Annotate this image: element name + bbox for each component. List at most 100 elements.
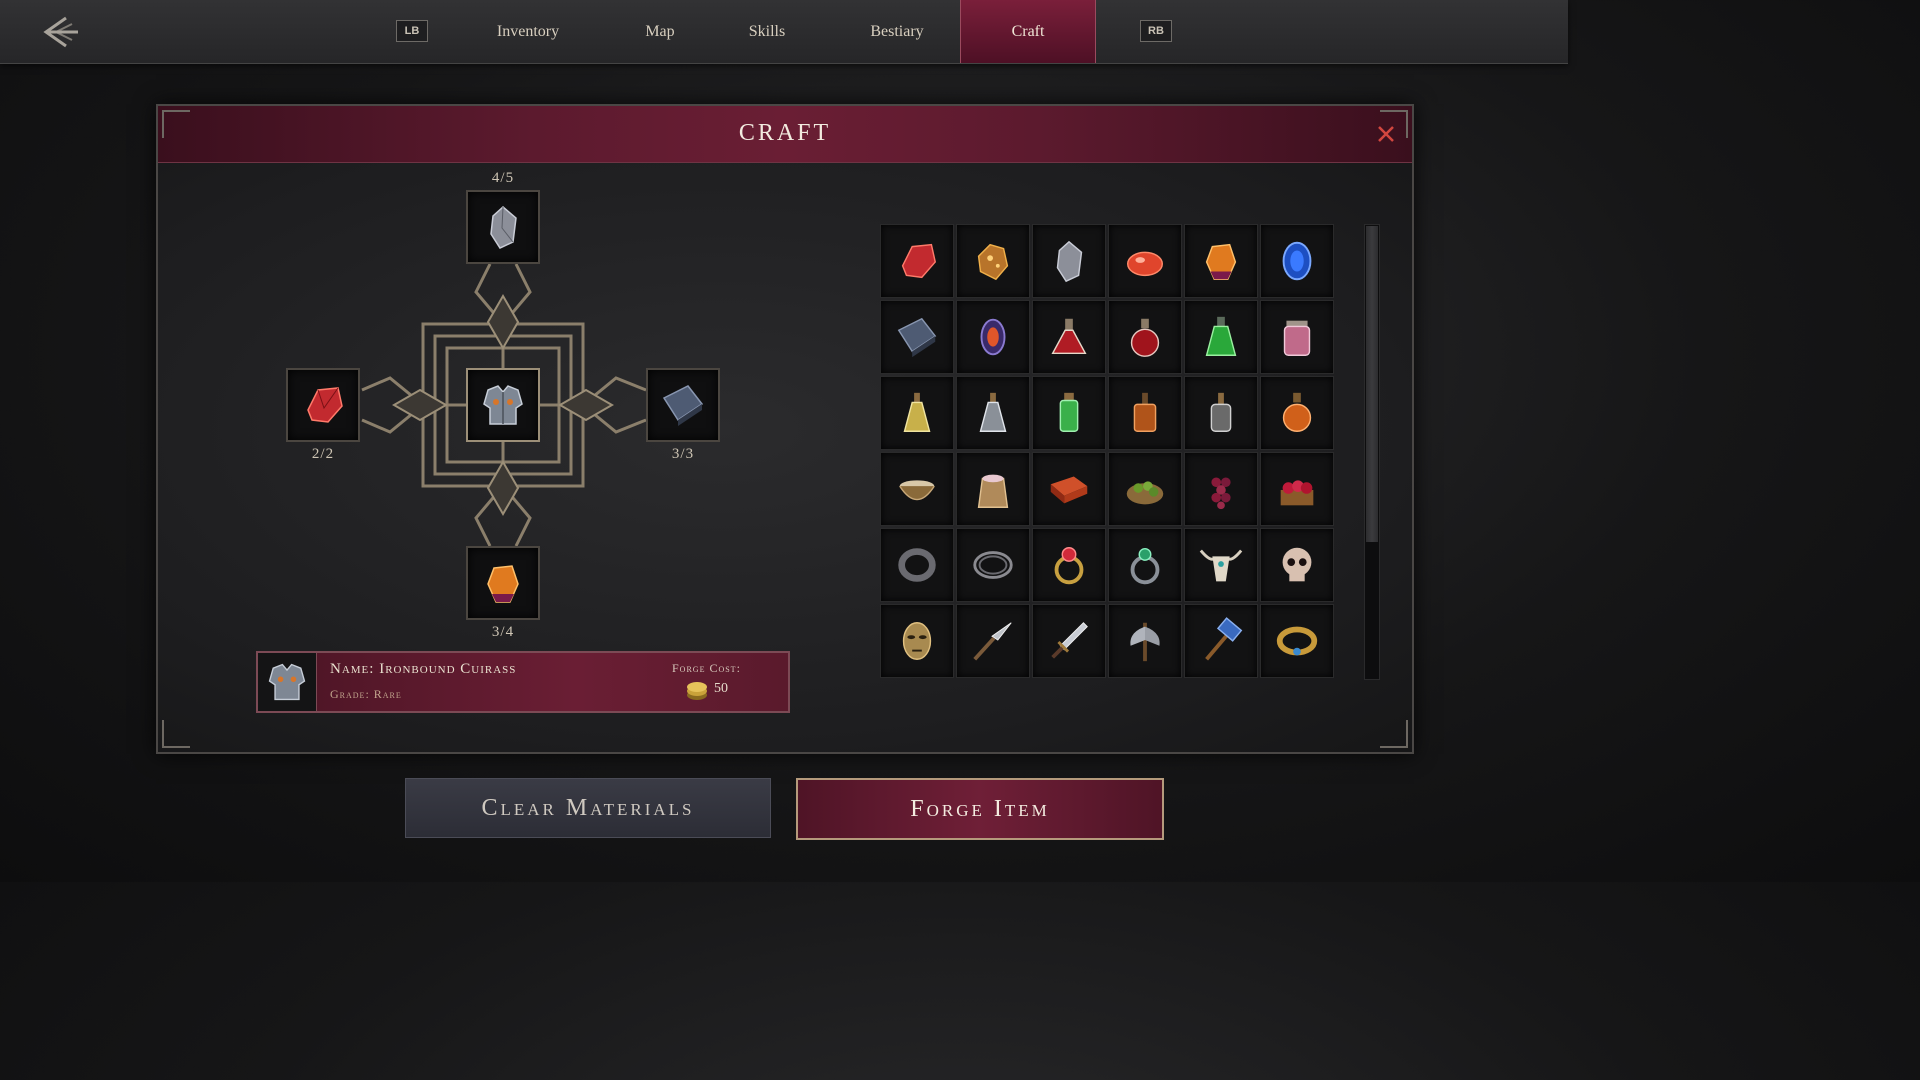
- material-cell[interactable]: [1032, 376, 1106, 450]
- top-nav-bar: LB Inventory Map Skills Bestiary Craft R…: [0, 0, 1568, 64]
- corner-ornament: [162, 720, 190, 748]
- yellow-vial-icon: [903, 392, 931, 432]
- silver-ore-icon: [490, 206, 517, 249]
- material-cell[interactable]: [956, 452, 1030, 526]
- gold-coin-icon: [687, 682, 707, 700]
- top-material-slot[interactable]: [466, 190, 540, 264]
- tab-inventory[interactable]: Inventory: [462, 0, 594, 63]
- material-cell[interactable]: [1260, 528, 1334, 602]
- red-potion-icon: [1130, 318, 1160, 357]
- material-cell[interactable]: [880, 376, 954, 450]
- material-cell[interactable]: [956, 528, 1030, 602]
- fire-opal-icon: [980, 318, 1006, 356]
- tab-map[interactable]: Map: [624, 0, 696, 63]
- right-material-slot[interactable]: [646, 368, 720, 442]
- material-cell[interactable]: [1260, 224, 1334, 298]
- back-arrow-icon[interactable]: [36, 14, 80, 50]
- orange-bottle-icon: [1282, 392, 1312, 432]
- scroll-thumb[interactable]: [1366, 226, 1378, 542]
- item-name: Name: Ironbound Cuirass: [330, 661, 517, 677]
- amber-shard-icon: [1205, 243, 1237, 280]
- iron-ingot-icon: [662, 385, 704, 426]
- material-cell[interactable]: [1184, 224, 1258, 298]
- item-info-bar: Name: Ironbound Cuirass Grade: Rare Forg…: [256, 651, 790, 713]
- materials-scrollbar[interactable]: [1364, 224, 1380, 680]
- olive-basket-icon: [1126, 481, 1164, 505]
- battle-axe-icon: [1130, 622, 1160, 662]
- bottom-material-slot[interactable]: [466, 546, 540, 620]
- material-cell[interactable]: [1184, 300, 1258, 374]
- forge-item-button[interactable]: Forge Item: [796, 778, 1164, 840]
- coil-ring-icon: [973, 551, 1013, 579]
- material-cell[interactable]: [1108, 224, 1182, 298]
- bowl-icon: [899, 480, 935, 501]
- material-cell[interactable]: [880, 452, 954, 526]
- item-thumbnail: [258, 653, 317, 711]
- emerald-ring-icon: [1130, 547, 1160, 585]
- material-cell[interactable]: [956, 604, 1030, 678]
- result-slot[interactable]: [466, 368, 540, 442]
- material-cell[interactable]: [956, 224, 1030, 298]
- material-cell[interactable]: [880, 224, 954, 298]
- material-cell[interactable]: [880, 300, 954, 374]
- green-vial-icon: [1059, 392, 1079, 432]
- forge-cost-value: 50: [714, 681, 728, 696]
- material-cell[interactable]: [1108, 300, 1182, 374]
- material-cell[interactable]: [1260, 452, 1334, 526]
- material-cell[interactable]: [1184, 604, 1258, 678]
- iron-ingot-icon: [897, 317, 937, 358]
- material-cell[interactable]: [1184, 528, 1258, 602]
- material-cell[interactable]: [1032, 604, 1106, 678]
- sapphire-icon: [1282, 241, 1312, 281]
- material-cell[interactable]: [1184, 452, 1258, 526]
- cuirass-icon: [483, 385, 523, 425]
- clear-materials-button[interactable]: Clear Materials: [405, 778, 771, 838]
- empty-bottle-icon: [1210, 392, 1232, 432]
- spear-tip-icon: [973, 622, 1012, 661]
- material-cell[interactable]: [880, 604, 954, 678]
- left-slot-count: 2/2: [311, 446, 335, 462]
- grapes-icon: [1211, 477, 1231, 510]
- material-cell[interactable]: [1032, 452, 1106, 526]
- green-potion-icon: [1205, 316, 1237, 356]
- material-cell[interactable]: [1032, 528, 1106, 602]
- tab-bestiary[interactable]: Bestiary: [840, 0, 954, 63]
- material-cell[interactable]: [880, 528, 954, 602]
- amber-bottle-icon: [1133, 392, 1157, 432]
- material-cell[interactable]: [1260, 604, 1334, 678]
- material-cell[interactable]: [1108, 604, 1182, 678]
- red-gel-icon: [1127, 251, 1163, 277]
- berry-basket-icon: [1280, 480, 1314, 506]
- amber-shard-icon: [487, 565, 519, 603]
- bottom-slot-count: 3/4: [491, 624, 515, 640]
- iron-band-icon: [898, 548, 936, 582]
- item-grade: Grade: Rare: [330, 687, 402, 701]
- material-cell[interactable]: [1260, 376, 1334, 450]
- craft-panel: CRAFT 4/5 2/2 3/3 3/4 Name: Ironbound Cu…: [156, 104, 1414, 754]
- clear-vial-icon: [979, 392, 1007, 432]
- forge-cost-label: Forge Cost:: [672, 661, 741, 675]
- material-cell[interactable]: [1108, 376, 1182, 450]
- silver-ore-icon: [1056, 240, 1083, 283]
- bronze-mask-icon: [902, 622, 932, 660]
- rb-bumper-button[interactable]: RB: [1140, 20, 1172, 42]
- material-cell[interactable]: [1108, 528, 1182, 602]
- gold-bracelet-icon: [1276, 626, 1318, 656]
- material-cell[interactable]: [956, 300, 1030, 374]
- tab-skills[interactable]: Skills: [726, 0, 808, 63]
- left-material-slot[interactable]: [286, 368, 360, 442]
- red-flask-icon: [1051, 318, 1087, 355]
- tab-craft[interactable]: Craft: [960, 0, 1096, 63]
- warhammer-icon: [1205, 617, 1243, 661]
- material-cell[interactable]: [1032, 224, 1106, 298]
- material-cell[interactable]: [956, 376, 1030, 450]
- flour-sack-icon: [977, 474, 1009, 508]
- right-slot-count: 3/3: [671, 446, 695, 462]
- lb-bumper-button[interactable]: LB: [396, 20, 428, 42]
- top-slot-count: 4/5: [491, 170, 515, 186]
- gold-ore-icon: [977, 243, 1009, 281]
- material-cell[interactable]: [1184, 376, 1258, 450]
- material-cell[interactable]: [1108, 452, 1182, 526]
- material-cell[interactable]: [1032, 300, 1106, 374]
- material-cell[interactable]: [1260, 300, 1334, 374]
